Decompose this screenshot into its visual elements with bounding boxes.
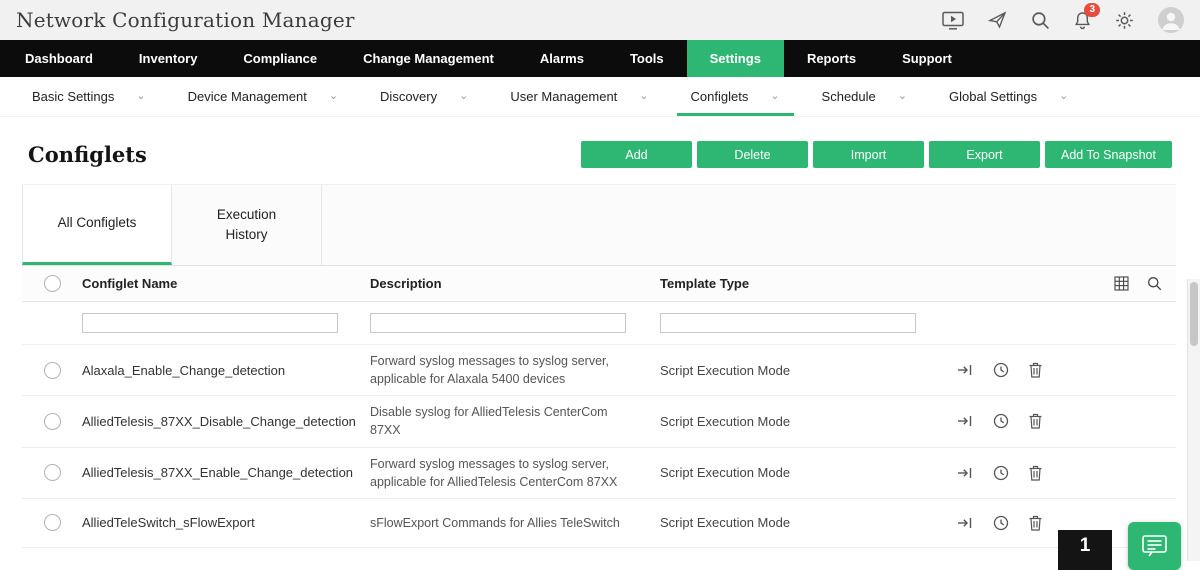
execution-history-icon[interactable] xyxy=(993,362,1009,378)
chat-icon xyxy=(1141,534,1168,559)
nav-inventory[interactable]: Inventory xyxy=(116,40,221,77)
tab-execution-history[interactable]: Execution History xyxy=(172,185,322,265)
nav-compliance[interactable]: Compliance xyxy=(220,40,340,77)
notifications-bell-icon[interactable]: 3 xyxy=(1074,11,1091,30)
row-checkbox[interactable] xyxy=(44,362,61,379)
delete-row-icon[interactable] xyxy=(1029,413,1042,429)
template-type: Script Execution Mode xyxy=(660,515,907,530)
select-all-checkbox[interactable] xyxy=(44,275,61,292)
table-search-icon[interactable] xyxy=(1147,276,1162,291)
column-chooser-icon[interactable] xyxy=(1114,276,1129,291)
subnav-device-management[interactable]: Device Management ⌄ xyxy=(174,77,352,116)
chevron-down-icon: ⌄ xyxy=(639,91,648,102)
settings-sub-nav: Basic Settings ⌄ Device Management ⌄ Dis… xyxy=(0,77,1200,117)
chevron-down-icon: ⌄ xyxy=(136,91,145,102)
subnav-basic-settings[interactable]: Basic Settings ⌄ xyxy=(18,77,160,116)
nav-tools[interactable]: Tools xyxy=(607,40,687,77)
subnav-global-settings[interactable]: Global Settings ⌄ xyxy=(935,77,1082,116)
table-row: Alaxala_Enable_Change_detection Forward … xyxy=(22,345,1176,396)
tab-all-configlets[interactable]: All Configlets xyxy=(22,185,172,265)
add-button[interactable]: Add xyxy=(581,141,692,168)
getting-started-icon[interactable] xyxy=(988,11,1007,29)
table-row: AlliedTeleSwitch_sFlowExport sFlowExport… xyxy=(22,499,1176,548)
apply-configlet-icon[interactable] xyxy=(957,363,973,377)
delete-button[interactable]: Delete xyxy=(697,141,808,168)
description-filter-input[interactable] xyxy=(370,313,626,333)
import-button[interactable]: Import xyxy=(813,141,924,168)
configlet-name[interactable]: AlliedTelesis_87XX_Disable_Change_detect… xyxy=(82,414,370,429)
settings-gear-icon[interactable] xyxy=(1115,11,1134,30)
filter-row xyxy=(22,302,1176,345)
chevron-down-icon: ⌄ xyxy=(329,91,338,102)
configlets-table: Configlet Name Description Template Type xyxy=(22,266,1176,548)
column-header-configlet-name: Configlet Name xyxy=(82,276,370,291)
top-bar: Network Configuration Manager xyxy=(0,0,1200,40)
column-header-template-type: Template Type xyxy=(660,276,907,291)
current-page-number: 1 xyxy=(1058,530,1112,560)
apply-configlet-icon[interactable] xyxy=(957,466,973,480)
configlet-description: Forward syslog messages to syslog server… xyxy=(370,448,660,498)
support-chat-button[interactable] xyxy=(1128,522,1181,570)
export-button[interactable]: Export xyxy=(929,141,1040,168)
main-nav: Dashboard Inventory Compliance Change Ma… xyxy=(0,40,1200,77)
delete-row-icon[interactable] xyxy=(1029,465,1042,481)
nav-support[interactable]: Support xyxy=(879,40,975,77)
table-header-row: Configlet Name Description Template Type xyxy=(22,266,1176,302)
delete-row-icon[interactable] xyxy=(1029,362,1042,378)
add-to-snapshot-button[interactable]: Add To Snapshot xyxy=(1045,141,1172,168)
nav-change-management[interactable]: Change Management xyxy=(340,40,517,77)
configlet-name-filter-input[interactable] xyxy=(82,313,338,333)
delete-row-icon[interactable] xyxy=(1029,515,1042,531)
row-checkbox[interactable] xyxy=(44,514,61,531)
row-checkbox[interactable] xyxy=(44,464,61,481)
nav-settings[interactable]: Settings xyxy=(687,40,784,77)
execution-history-icon[interactable] xyxy=(993,465,1009,481)
search-icon[interactable] xyxy=(1031,11,1050,30)
subnav-configlets[interactable]: Configlets ⌄ xyxy=(677,77,794,116)
template-type: Script Execution Mode xyxy=(660,363,907,378)
column-header-description: Description xyxy=(370,276,660,291)
configlet-description: Forward syslog messages to syslog server… xyxy=(370,345,660,395)
chevron-down-icon: ⌄ xyxy=(770,91,779,102)
chevron-down-icon: ⌄ xyxy=(1059,91,1068,102)
table-row: AlliedTelesis_87XX_Enable_Change_detecti… xyxy=(22,448,1176,499)
chevron-down-icon: ⌄ xyxy=(898,91,907,102)
execution-history-icon[interactable] xyxy=(993,515,1009,531)
configlet-name[interactable]: AlliedTeleSwitch_sFlowExport xyxy=(82,515,370,530)
subnav-discovery[interactable]: Discovery ⌄ xyxy=(366,77,482,116)
topbar-icons: 3 xyxy=(942,7,1184,33)
page-header: Configlets Add Delete Import Export Add … xyxy=(0,117,1200,184)
configlet-name[interactable]: Alaxala_Enable_Change_detection xyxy=(82,363,370,378)
subnav-schedule[interactable]: Schedule ⌄ xyxy=(808,77,921,116)
configlets-tabs: All Configlets Execution History xyxy=(22,184,1176,266)
app-title: Network Configuration Manager xyxy=(16,8,355,32)
scrollbar-thumb[interactable] xyxy=(1190,282,1198,346)
template-type: Script Execution Mode xyxy=(660,465,907,480)
page-title: Configlets xyxy=(28,142,147,167)
demo-video-icon[interactable] xyxy=(942,11,964,30)
configlet-description: sFlowExport Commands for Allies TeleSwit… xyxy=(370,507,660,539)
template-type-filter-input[interactable] xyxy=(660,313,916,333)
configlet-description: Disable syslog for AlliedTelesis CenterC… xyxy=(370,396,660,446)
notification-count-badge: 3 xyxy=(1084,3,1100,17)
page-indicator[interactable]: 1 xyxy=(1058,530,1112,570)
nav-reports[interactable]: Reports xyxy=(784,40,879,77)
subnav-user-management[interactable]: User Management ⌄ xyxy=(496,77,662,116)
user-avatar[interactable] xyxy=(1158,7,1184,33)
vertical-scrollbar[interactable] xyxy=(1187,279,1200,561)
configlet-name[interactable]: AlliedTelesis_87XX_Enable_Change_detecti… xyxy=(82,465,370,480)
row-checkbox[interactable] xyxy=(44,413,61,430)
execution-history-icon[interactable] xyxy=(993,413,1009,429)
template-type: Script Execution Mode xyxy=(660,414,907,429)
apply-configlet-icon[interactable] xyxy=(957,414,973,428)
chevron-down-icon: ⌄ xyxy=(459,91,468,102)
nav-alarms[interactable]: Alarms xyxy=(517,40,607,77)
table-row: AlliedTelesis_87XX_Disable_Change_detect… xyxy=(22,396,1176,447)
apply-configlet-icon[interactable] xyxy=(957,516,973,530)
action-buttons: Add Delete Import Export Add To Snapshot xyxy=(581,141,1172,168)
nav-dashboard[interactable]: Dashboard xyxy=(2,40,116,77)
